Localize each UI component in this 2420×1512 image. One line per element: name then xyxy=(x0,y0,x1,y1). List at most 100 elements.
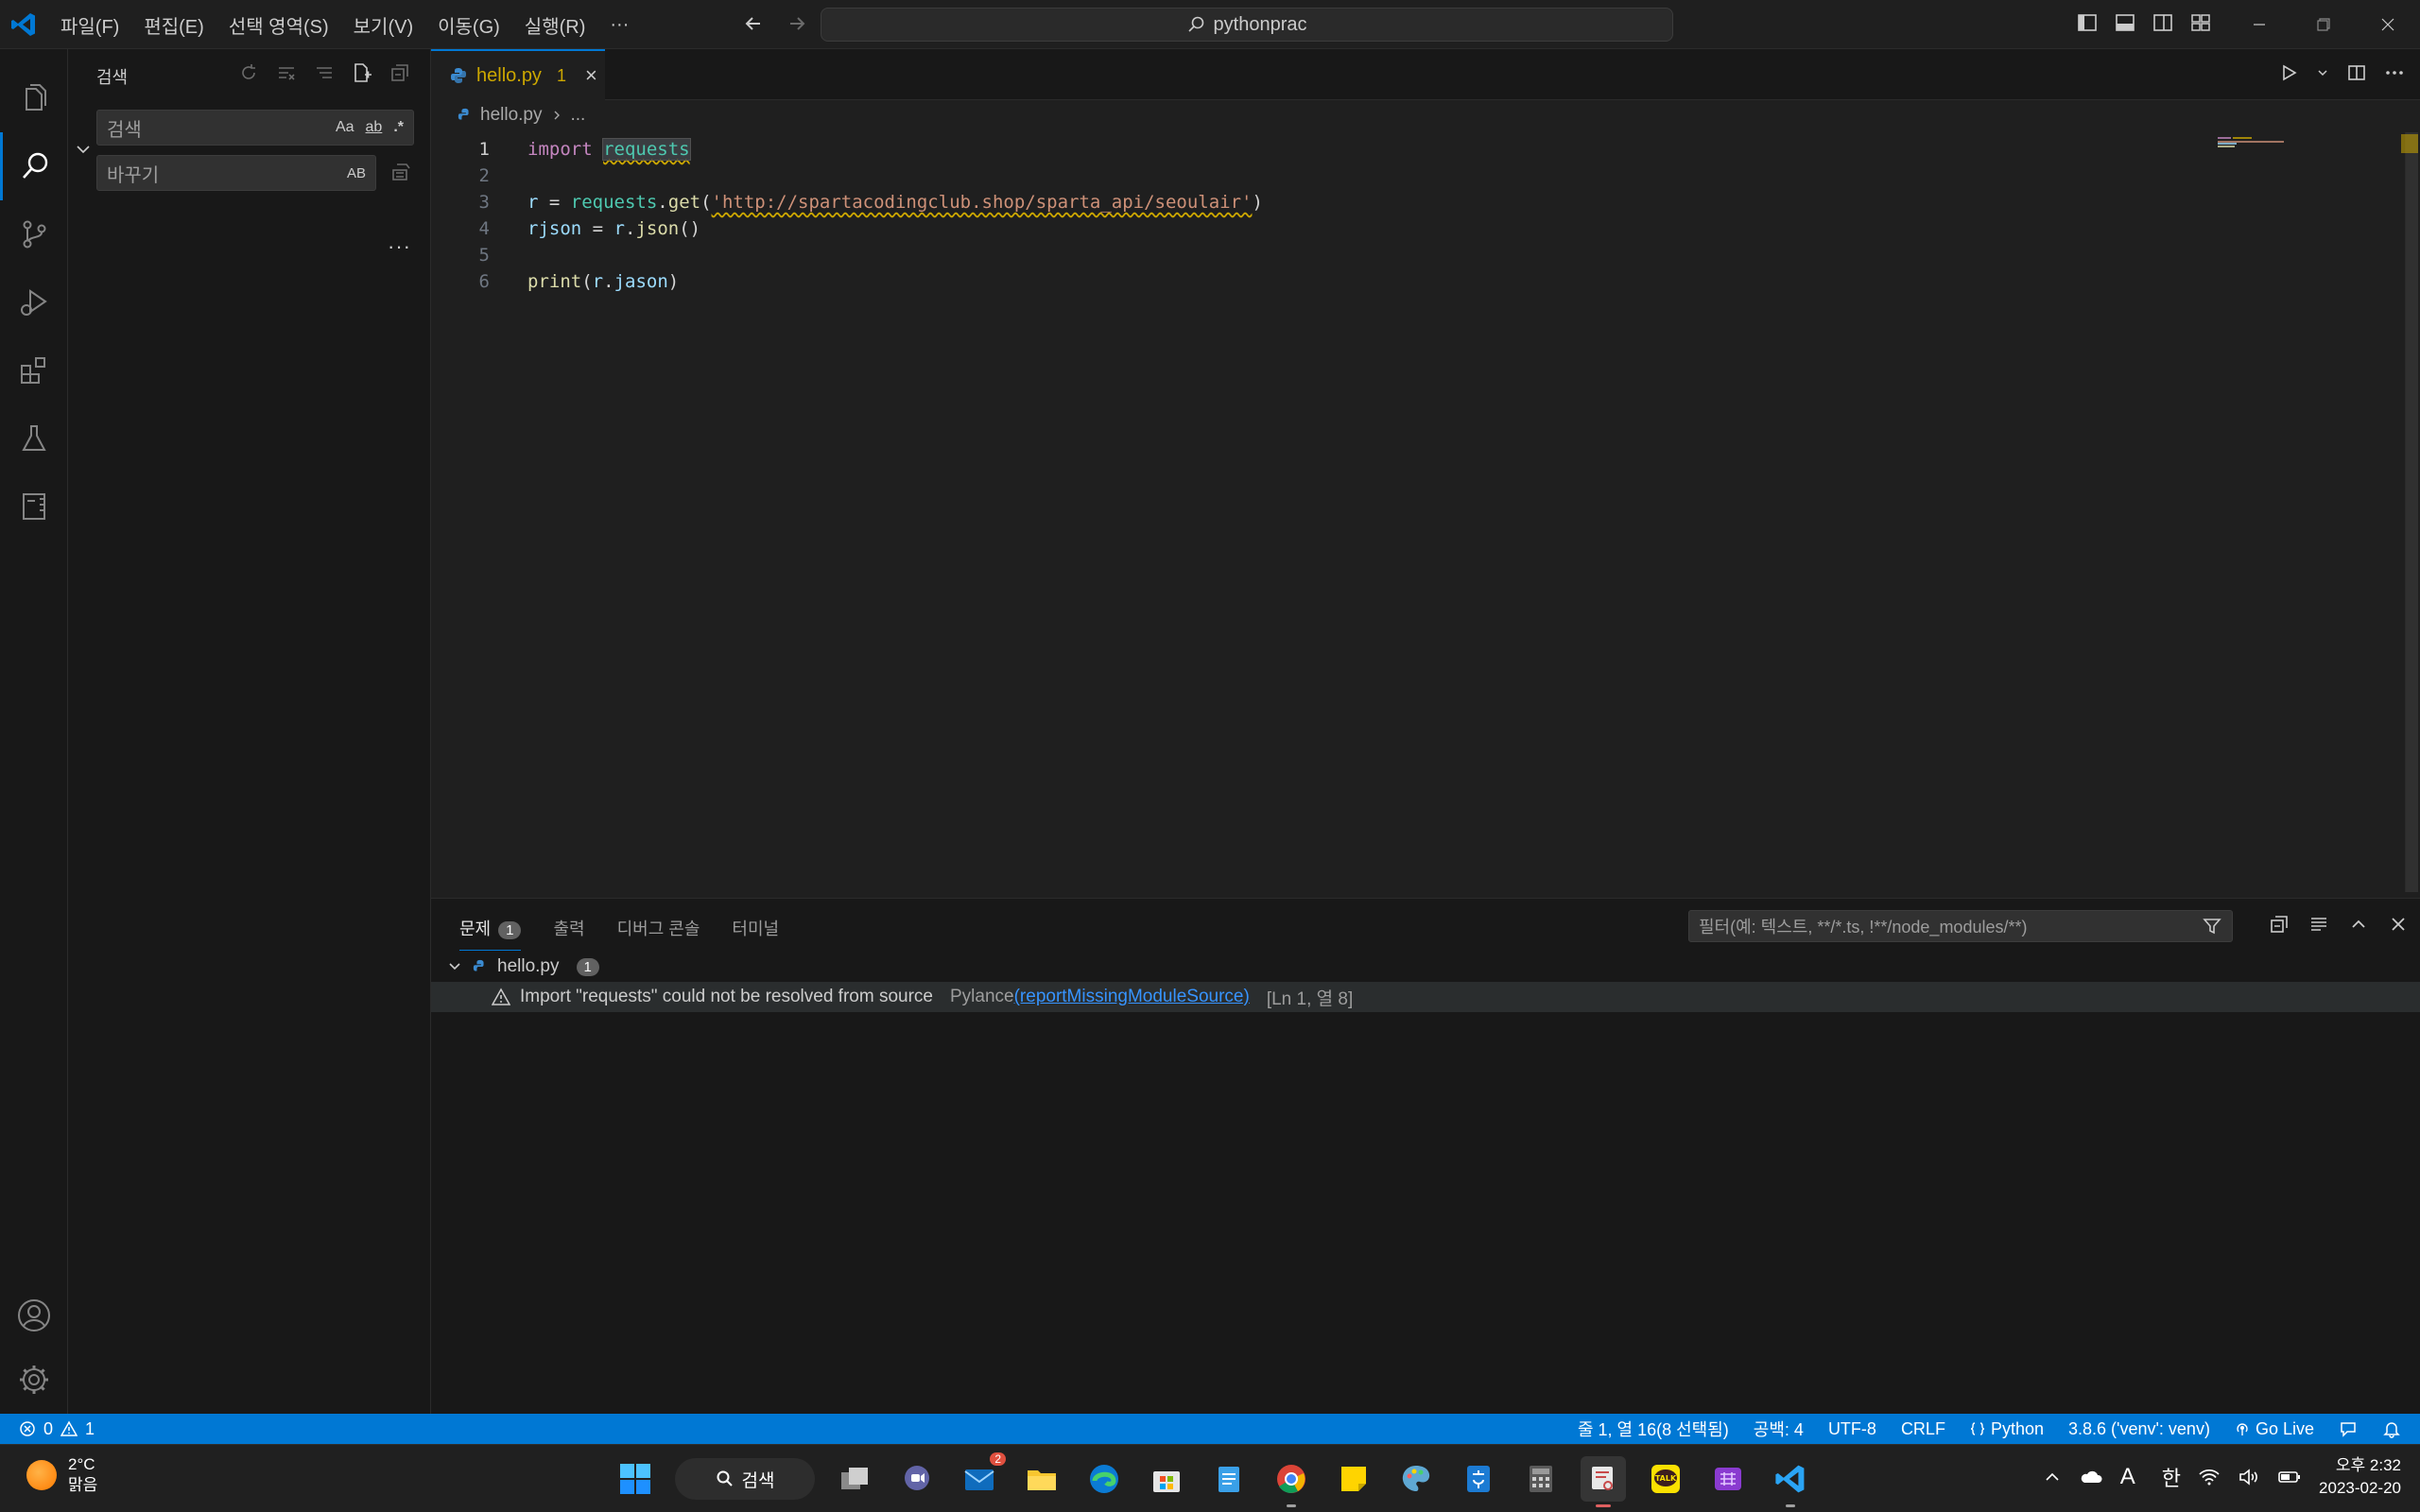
hwp-app[interactable] xyxy=(1456,1456,1501,1502)
problem-code-link[interactable]: (reportMissingModuleSource) xyxy=(1014,987,1250,1007)
snipping-tool-app[interactable] xyxy=(1581,1456,1626,1507)
mail-app[interactable]: 2 xyxy=(957,1452,1006,1502)
collapse-all-icon[interactable] xyxy=(389,62,410,83)
toggle-primary-sidebar-icon[interactable] xyxy=(2076,11,2099,34)
menu-overflow[interactable]: ··· xyxy=(610,14,629,36)
tab-problems[interactable]: 문제 1 xyxy=(459,916,522,951)
restore-button[interactable] xyxy=(2291,0,2356,49)
tab-debug-console[interactable]: 디버그 콘솔 xyxy=(617,916,700,951)
chevron-down-icon[interactable] xyxy=(446,958,463,975)
testing-button[interactable] xyxy=(0,404,68,472)
ime-language-indicator[interactable]: 한 xyxy=(2162,1462,2181,1492)
problem-row[interactable]: Import "requests" could not be resolved … xyxy=(431,982,2420,1012)
end-of-line[interactable]: CRLF xyxy=(1901,1419,1945,1439)
menu-item[interactable]: 파일(F) xyxy=(60,11,119,39)
menu-item[interactable]: 보기(V) xyxy=(354,11,413,39)
code-line[interactable]: 6 print(r.jason) xyxy=(431,268,680,295)
code-line[interactable]: 3 r = requests.get('http://spartacodingcl… xyxy=(431,189,1263,215)
problems-filter-input[interactable]: 필터(예: 텍스트, **/*.ts, !**/node_modules/**) xyxy=(1688,910,2233,942)
extensions-button[interactable] xyxy=(0,336,68,404)
task-view-button[interactable] xyxy=(832,1456,877,1502)
code-line[interactable]: 5 xyxy=(431,242,490,268)
notepad-app[interactable] xyxy=(1206,1456,1252,1502)
new-search-editor-icon[interactable] xyxy=(352,62,372,83)
search-view-button[interactable] xyxy=(0,132,68,200)
code-line[interactable]: 4 rjson = r.json() xyxy=(431,215,701,242)
search-details-toggle[interactable]: ··· xyxy=(388,234,411,259)
explorer-button[interactable] xyxy=(0,64,68,132)
show-hidden-icons-chevron-icon[interactable] xyxy=(2043,1468,2062,1486)
python-interpreter[interactable]: 3.8.6 ('venv': venv) xyxy=(2068,1419,2210,1439)
manage-button[interactable] xyxy=(0,1346,68,1414)
start-button[interactable] xyxy=(613,1456,658,1502)
chrome-app[interactable] xyxy=(1269,1456,1314,1507)
replace-all-icon[interactable] xyxy=(389,161,412,183)
menu-item[interactable]: 선택 영역(S) xyxy=(229,11,329,39)
customize-layout-icon[interactable] xyxy=(2189,11,2212,34)
preserve-case-toggle[interactable]: AB xyxy=(347,165,366,181)
problem-file-row[interactable]: hello.py 1 xyxy=(446,952,599,982)
calculator-app[interactable] xyxy=(1518,1456,1564,1502)
use-regex-toggle[interactable]: .* xyxy=(393,119,404,136)
ime-mode-indicator[interactable]: A xyxy=(2120,1464,2135,1490)
back-arrow-icon[interactable] xyxy=(741,11,766,36)
breadcrumb-file[interactable]: hello.py xyxy=(480,105,543,126)
menu-item[interactable]: 편집(E) xyxy=(144,11,203,39)
tab-output[interactable]: 출력 xyxy=(553,916,584,951)
taskbar-search[interactable]: 검색 xyxy=(675,1458,815,1500)
tab-hello-py[interactable]: hello.py 1 × xyxy=(431,49,605,100)
refresh-icon[interactable] xyxy=(238,62,259,83)
breadcrumb-symbols[interactable]: ... xyxy=(571,105,586,126)
toggle-panel-icon[interactable] xyxy=(2114,11,2136,34)
tab-terminal[interactable]: 터미널 xyxy=(732,916,779,951)
cursor-position[interactable]: 줄 1, 열 16(8 선택됨) xyxy=(1578,1417,1729,1441)
view-as-tree-icon[interactable] xyxy=(314,62,335,83)
source-control-button[interactable] xyxy=(0,200,68,268)
notebook-button[interactable] xyxy=(0,472,68,541)
maximize-panel-icon[interactable] xyxy=(2348,914,2369,935)
minimap[interactable] xyxy=(2218,136,2284,147)
split-editor-icon[interactable] xyxy=(2346,62,2367,83)
code-line[interactable]: 2 xyxy=(431,163,490,189)
close-panel-icon[interactable] xyxy=(2388,914,2409,935)
clock[interactable]: 오후 2:32 2023-02-20 xyxy=(2319,1454,2401,1500)
clear-results-icon[interactable] xyxy=(276,62,297,83)
file-explorer-app[interactable] xyxy=(1019,1456,1064,1502)
view-as-table-icon[interactable] xyxy=(2308,914,2329,935)
kakaotalk-app[interactable]: TALK xyxy=(1643,1456,1688,1502)
search-input[interactable]: 검색 Aa ab .* xyxy=(96,110,414,146)
language-mode[interactable]: Python xyxy=(1970,1419,2044,1439)
replace-input[interactable]: 바꾸기 AB xyxy=(96,155,376,191)
onedrive-cloud-icon[interactable] xyxy=(2079,1468,2103,1486)
run-python-file-icon[interactable] xyxy=(2278,62,2299,83)
more-actions-icon[interactable] xyxy=(2384,62,2405,83)
encoding[interactable]: UTF-8 xyxy=(1828,1419,1876,1439)
forward-arrow-icon[interactable] xyxy=(785,11,809,36)
sticky-notes-app[interactable] xyxy=(1331,1456,1376,1502)
close-window-button[interactable] xyxy=(2356,0,2420,49)
weather-widget[interactable]: 2°C 맑음 xyxy=(26,1454,97,1496)
filter-icon[interactable] xyxy=(2202,916,2222,936)
toggle-replace-chevron-icon[interactable] xyxy=(74,140,93,159)
minimize-button[interactable] xyxy=(2227,0,2291,49)
toggle-secondary-sidebar-icon[interactable] xyxy=(2152,11,2174,34)
collapse-all-icon[interactable] xyxy=(2269,914,2290,935)
edge-app[interactable] xyxy=(1081,1456,1127,1502)
store-app[interactable] xyxy=(1144,1456,1189,1502)
match-whole-word-toggle[interactable]: ab xyxy=(366,119,383,136)
battery-icon[interactable] xyxy=(2277,1468,2302,1486)
tab-close-button[interactable]: × xyxy=(585,63,597,88)
run-debug-button[interactable] xyxy=(0,268,68,336)
teams-chat-app[interactable] xyxy=(894,1456,940,1502)
wifi-icon[interactable] xyxy=(2198,1468,2221,1486)
editor-scrollbar[interactable] xyxy=(2405,132,2418,892)
menu-item[interactable]: 이동(G) xyxy=(438,11,500,39)
code-line[interactable]: 1 import requests xyxy=(431,136,691,163)
code-editor[interactable]: 1 import requests 2 3 r = requests.get('http… xyxy=(431,130,2397,896)
command-center[interactable]: pythonprac xyxy=(821,8,1673,42)
problems-status[interactable]: 0 1 xyxy=(19,1419,95,1439)
menu-item[interactable]: 실행(R) xyxy=(525,11,586,39)
run-dropdown-chevron-icon[interactable] xyxy=(2316,66,2329,79)
indentation[interactable]: 공백: 4 xyxy=(1754,1417,1804,1441)
notifications-bell-icon[interactable] xyxy=(2382,1419,2401,1438)
